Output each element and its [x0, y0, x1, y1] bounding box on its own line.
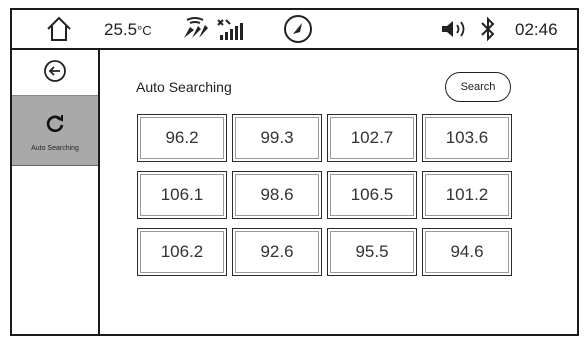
station-button[interactable]: 101.2 — [422, 171, 512, 219]
search-button[interactable]: Search — [445, 72, 511, 102]
station-button[interactable]: 103.6 — [422, 114, 512, 162]
refresh-icon — [46, 115, 64, 133]
bluetooth-icon[interactable] — [480, 16, 496, 42]
navigation-icon[interactable] — [282, 13, 314, 45]
temperature-value: 25.5 — [104, 20, 138, 39]
station-button[interactable]: 99.3 — [232, 114, 322, 162]
station-button[interactable]: 98.6 — [232, 171, 322, 219]
station-button[interactable]: 92.6 — [232, 228, 322, 276]
back-button[interactable] — [12, 50, 98, 96]
sidebar: Auto Searching — [12, 50, 100, 336]
station-button[interactable]: 95.5 — [327, 228, 417, 276]
clock: 02:46 — [515, 20, 558, 39]
sidebar-item-auto-searching[interactable]: Auto Searching — [12, 96, 98, 166]
volume-icon[interactable] — [440, 18, 468, 40]
signal-icon — [217, 19, 243, 40]
station-button[interactable]: 106.5 — [327, 171, 417, 219]
home-icon[interactable] — [44, 15, 74, 43]
back-arrow-icon — [44, 60, 66, 82]
station-button[interactable]: 106.2 — [137, 228, 227, 276]
temperature-readout: 25.5°C — [104, 20, 152, 40]
station-button[interactable]: 106.1 — [137, 171, 227, 219]
fan-icon — [184, 17, 208, 38]
temperature-unit: °C — [137, 23, 152, 38]
main-panel: Auto Searching Search 96.2 99.3 102.7 10… — [100, 50, 577, 334]
status-bar: 25.5°C 02:46 — [12, 10, 577, 50]
radio-screen: 25.5°C 02:46 Auto Searching Auto Searchi… — [10, 8, 579, 336]
station-button[interactable]: 94.6 — [422, 228, 512, 276]
page-title: Auto Searching — [136, 79, 232, 95]
station-button[interactable]: 102.7 — [327, 114, 417, 162]
sidebar-item-label: Auto Searching — [31, 145, 79, 152]
station-button[interactable]: 96.2 — [137, 114, 227, 162]
